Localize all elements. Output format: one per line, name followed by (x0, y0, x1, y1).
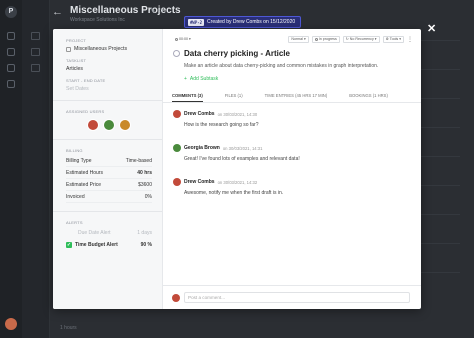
billing-row-value: 0% (144, 193, 152, 200)
plus-icon: + (184, 76, 187, 82)
comment-date: on 30/03/2021, 14:32 (217, 179, 258, 185)
time-budget-alert[interactable]: ✓ Time Budget Alert 90 % (66, 239, 152, 251)
gantt-icon[interactable] (31, 64, 40, 72)
avatar (173, 110, 181, 118)
task-details-panel: Project Miscellaneous Projects Tasklist … (53, 29, 163, 309)
comments-list: Drew Combs on 30/03/2021, 14:30 How is t… (163, 103, 421, 196)
billing-row-value: $3600 (138, 181, 152, 188)
alert-value: 90 % (140, 242, 152, 248)
tab-bookings[interactable]: BOOKINGS (1 HRS) (349, 90, 388, 102)
billing-row-label: Estimated Hours (66, 169, 103, 176)
add-subtask-button[interactable]: + Add Subtask (163, 69, 421, 82)
avatar (173, 178, 181, 186)
app-rail: P (0, 0, 22, 338)
task-toolbar: 00:00 ▾ Normal ▾ In progress ↻ No Recurre… (163, 29, 421, 43)
status-icon (314, 37, 318, 41)
comment-author: Drew Combs (184, 111, 215, 117)
billing-row[interactable]: Invoiced 0% (66, 191, 152, 203)
avatar[interactable] (87, 119, 99, 131)
billing-row-label: Estimated Price (66, 181, 102, 188)
gear-icon: ⚙ (385, 37, 389, 41)
project-value[interactable]: Miscellaneous Projects (74, 46, 127, 52)
task-tabs: COMMENTS (3) FILES (1) TIME ENTRIES (45 … (163, 90, 421, 103)
status-dropdown[interactable]: In progress (311, 35, 340, 43)
task-modal: Project Miscellaneous Projects Tasklist … (53, 29, 421, 309)
project-title-icons[interactable]: ✎ ☆ (150, 7, 164, 15)
alerts-label: Alerts (66, 220, 83, 225)
comment-composer: Post a comment... (163, 285, 421, 309)
background-footer: 1 hours (60, 325, 77, 331)
tools-dropdown[interactable]: ⚙ Tools ▾ (382, 35, 404, 43)
billing-row[interactable]: Estimated Hours 40 hrs (66, 167, 152, 179)
add-subtask-label: Add Subtask (189, 76, 219, 82)
billing-row[interactable]: Estimated Price $3600 (66, 179, 152, 191)
back-arrow-icon[interactable]: ← (52, 6, 63, 18)
billing-row-value: 40 hrs (137, 169, 152, 176)
tasklist-value[interactable]: Articles (66, 66, 152, 72)
comment-text: How is the research going so far? (184, 122, 259, 128)
billing-row-value: Time-based (125, 157, 152, 164)
comment-author: Georgia Brown (184, 145, 220, 151)
check-icon[interactable]: ✓ (66, 242, 72, 248)
app-logo-icon[interactable]: P (5, 6, 17, 18)
task-description[interactable]: Make an article about data cherry-pickin… (163, 58, 421, 69)
alert-label: Time Budget Alert (75, 242, 118, 248)
project-checkbox-icon (66, 46, 71, 52)
clock-icon[interactable] (7, 80, 15, 88)
billing-row-label: Billing Type (66, 157, 92, 164)
project-label: Project (66, 38, 87, 43)
comment-author: Drew Combs (184, 179, 215, 185)
user-avatar[interactable] (5, 318, 17, 330)
folder-icon[interactable] (7, 48, 15, 56)
comment: Drew Combs on 30/03/2021, 14:30 How is t… (173, 110, 411, 128)
comment-date: on 30/03/2021, 14:31 (222, 145, 263, 151)
comment-input[interactable]: Post a comment... (184, 292, 410, 303)
avatar[interactable] (103, 119, 115, 131)
complete-task-icon[interactable] (173, 50, 180, 57)
avatar (173, 144, 181, 152)
billing-row-label: Invoiced (66, 193, 85, 200)
tab-comments[interactable]: COMMENTS (3) (172, 90, 203, 102)
project-subtitle: Workspace Solutions Inc (70, 17, 125, 23)
task-id-badge: #WP-2 (188, 18, 205, 26)
alert-label: Due Date Alert (78, 230, 111, 236)
comment-date: on 30/03/2021, 14:30 (217, 111, 258, 117)
tab-files[interactable]: FILES (1) (225, 90, 243, 102)
more-options-icon[interactable]: ⋮ (407, 36, 413, 43)
set-dates-field[interactable]: Set Dates (66, 86, 152, 92)
assigned-users (66, 119, 152, 131)
board-icon[interactable] (31, 48, 40, 56)
calendar-icon[interactable] (7, 64, 15, 72)
due-date-alert[interactable]: Due Date Alert 1 days (66, 227, 152, 239)
avatar[interactable] (119, 119, 131, 131)
home-icon[interactable] (7, 32, 15, 40)
secondary-sidebar (22, 0, 50, 338)
avatar (172, 293, 180, 302)
task-main-panel: 00:00 ▾ Normal ▾ In progress ↻ No Recurre… (163, 29, 421, 309)
billing-label: Billing (66, 148, 83, 153)
created-by-tooltip: #WP-2 Created by Drew Combs on 15/12/202… (184, 16, 302, 28)
tooltip-text: Created by Drew Combs on 15/12/2020 (207, 19, 296, 25)
alert-value: 1 days (137, 230, 152, 236)
dates-label: Start - End Date (66, 78, 106, 83)
timer-chip[interactable]: 00:00 ▾ (173, 36, 193, 43)
repeat-icon: ↻ (345, 37, 349, 41)
comment: Drew Combs on 30/03/2021, 14:32 Awesome,… (173, 178, 411, 196)
tab-time-entries[interactable]: TIME ENTRIES (45 HRS 17 MIN) (265, 90, 328, 102)
billing-row[interactable]: Billing Type Time-based (66, 155, 152, 167)
close-icon[interactable]: ✕ (427, 24, 436, 35)
tasklist-label: Tasklist (66, 58, 87, 63)
recurrency-dropdown[interactable]: ↻ No Recurrency ▾ (342, 35, 380, 43)
priority-dropdown[interactable]: Normal ▾ (288, 35, 309, 43)
comment-text: Great! I've found lots of examples and r… (184, 156, 300, 162)
comment-text: Awesome, notify me when the first draft … (184, 190, 284, 196)
assigned-users-label: Assigned Users (66, 109, 105, 114)
list-icon[interactable] (31, 32, 40, 40)
task-title[interactable]: Data cherry picking - Article (184, 49, 290, 58)
comment: Georgia Brown on 30/03/2021, 14:31 Great… (173, 144, 411, 162)
